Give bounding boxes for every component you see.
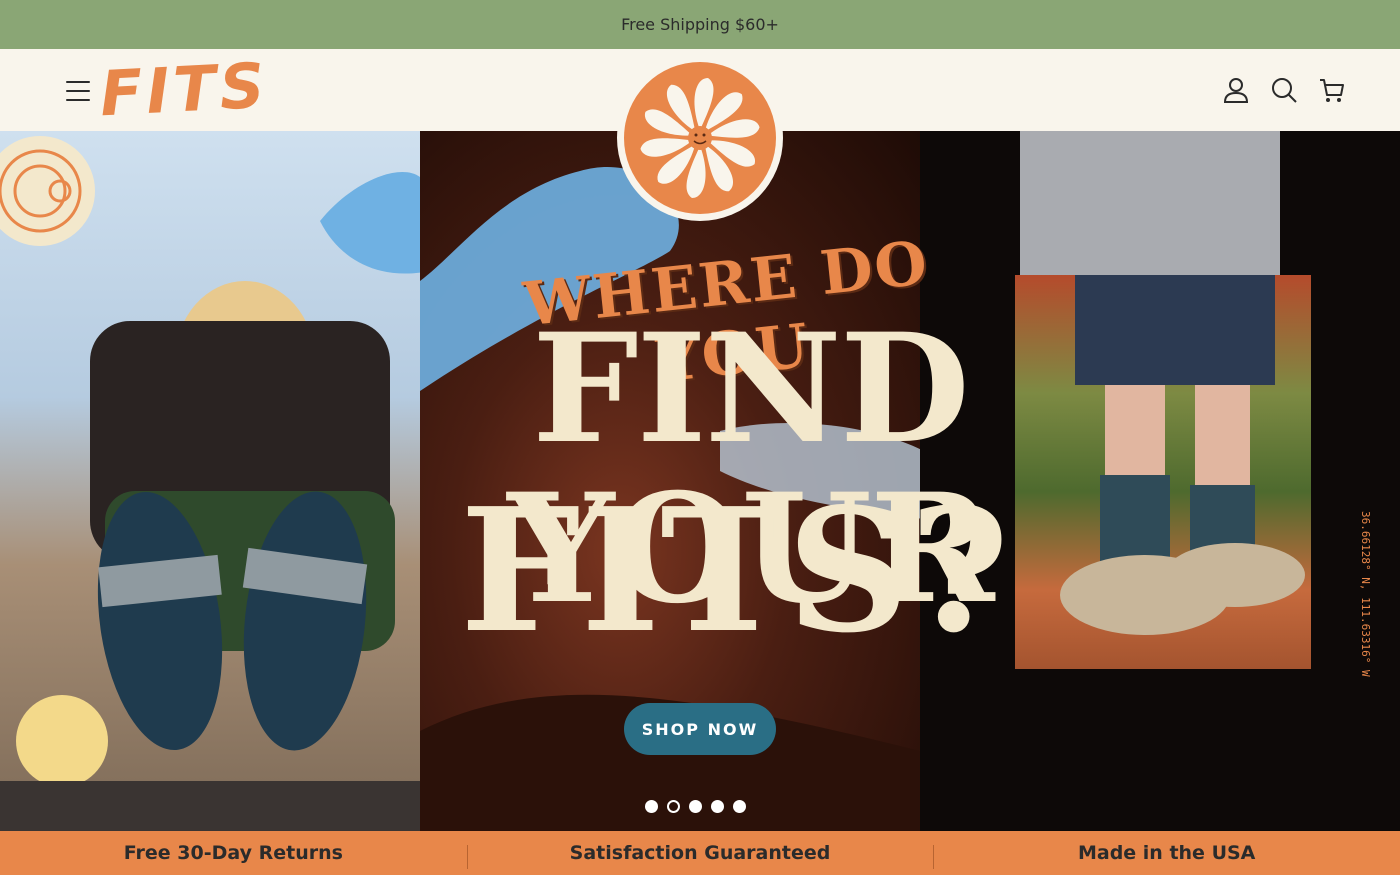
- carousel-dot-5[interactable]: [733, 800, 746, 813]
- menu-icon[interactable]: [66, 81, 90, 101]
- shop-now-button[interactable]: SHOP NOW: [624, 703, 776, 755]
- account-icon[interactable]: [1221, 75, 1251, 105]
- hero-left-illustration: [0, 136, 430, 831]
- sun-logo-badge[interactable]: [617, 55, 783, 221]
- feature-made-in-usa: Made in the USA: [933, 831, 1400, 875]
- logo-wordmark[interactable]: FITS: [98, 49, 270, 131]
- carousel-dot-1[interactable]: [645, 800, 658, 813]
- carousel-dot-3[interactable]: [689, 800, 702, 813]
- features-bar: Free 30-Day Returns Satisfaction Guarant…: [0, 831, 1400, 875]
- hero-sky-strip: [1020, 131, 1280, 281]
- hero-coordinates: 36.66128° N, 111.63316° W: [1359, 511, 1372, 677]
- search-icon[interactable]: [1269, 75, 1299, 105]
- carousel-dot-4[interactable]: [711, 800, 724, 813]
- cart-icon[interactable]: [1317, 75, 1347, 105]
- announcement-text: Free Shipping $60+: [621, 15, 779, 34]
- sun-flower-icon: [640, 78, 760, 198]
- hero-banner[interactable]: WHERE DO YOU FIND YOUR FITS? SHOP NOW 36…: [0, 131, 1400, 831]
- hero-photo-left: [0, 131, 430, 831]
- announcement-bar: Free Shipping $60+: [0, 0, 1400, 49]
- carousel-dots: [645, 800, 746, 814]
- hero-headline-line2: FITS?: [460, 471, 1010, 671]
- feature-returns: Free 30-Day Returns: [123, 842, 343, 864]
- feature-satisfaction: Satisfaction Guaranteed: [466, 831, 934, 875]
- carousel-dot-2[interactable]: [667, 800, 680, 813]
